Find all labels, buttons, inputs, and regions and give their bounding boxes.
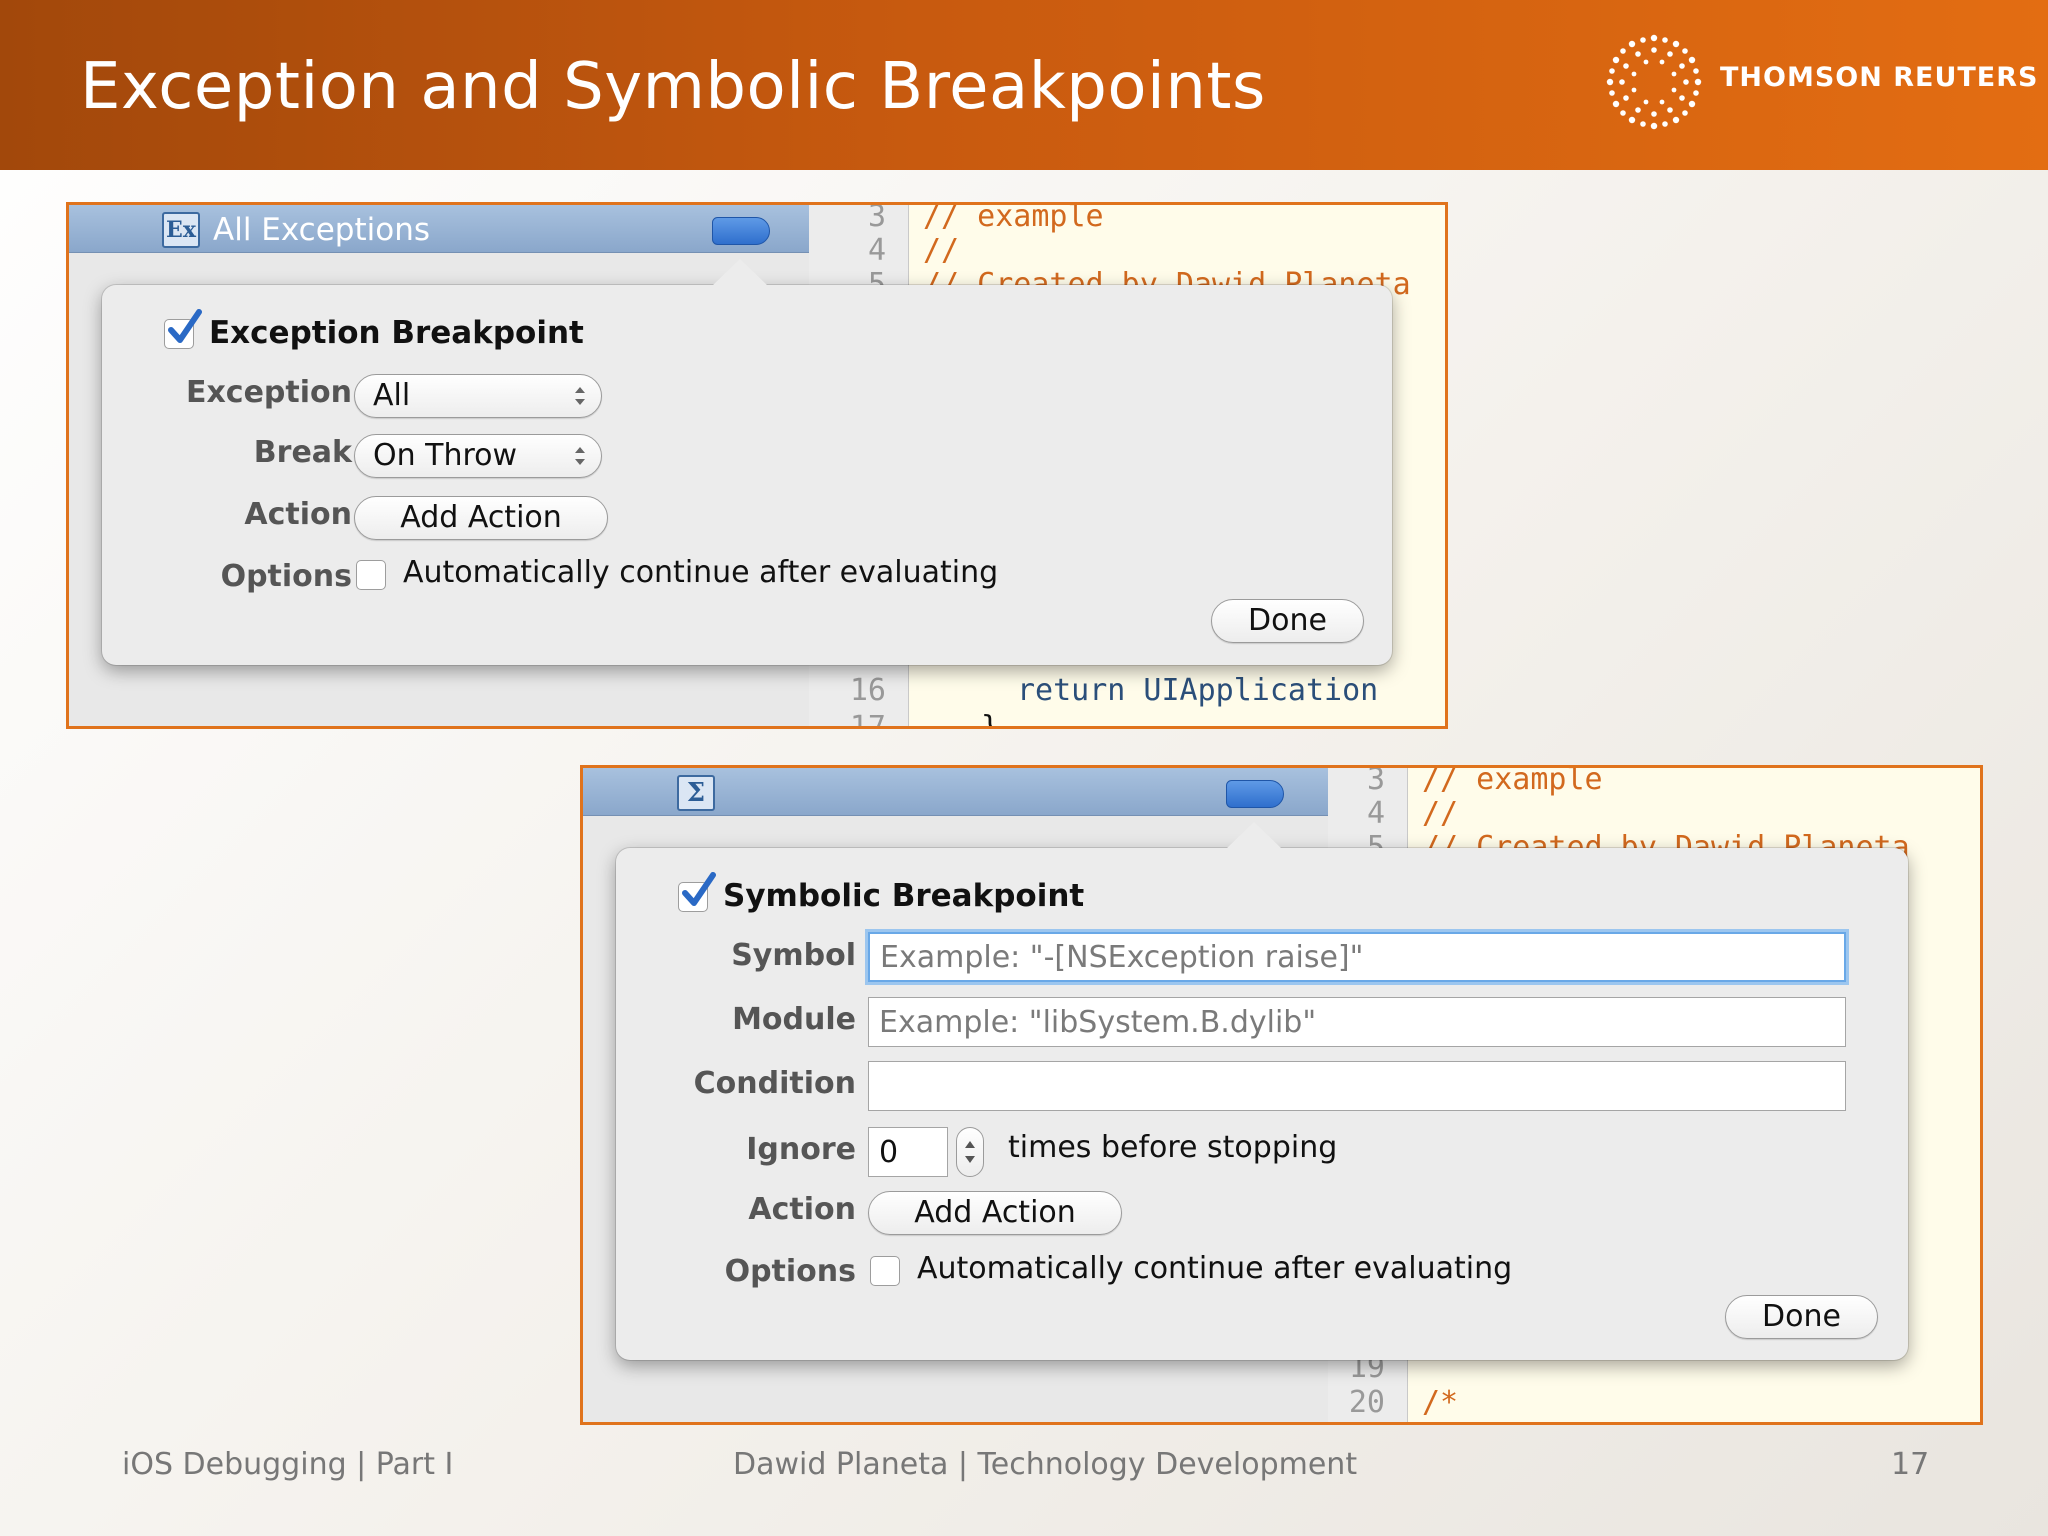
auto-continue-checkbox[interactable] xyxy=(870,1256,900,1286)
exception-label: Exception xyxy=(185,375,352,410)
select-arrows-icon xyxy=(575,387,585,405)
stepper-arrows-icon xyxy=(965,1141,975,1163)
ignore-label: Ignore xyxy=(746,1132,856,1167)
condition-label: Condition xyxy=(693,1066,856,1101)
breakpoint-flag-icon[interactable] xyxy=(1226,780,1284,808)
slide-title: Exception and Symbolic Breakpoints xyxy=(80,50,1266,124)
exception-breakpoint-screenshot: Ex All Exceptions 3 4 5 16 17 // example… xyxy=(66,202,1448,729)
popover-arrow xyxy=(712,259,768,286)
line-number: 16 xyxy=(849,673,886,708)
add-action-button[interactable]: Add Action xyxy=(354,496,608,540)
break-timing-select[interactable]: On Throw xyxy=(354,434,602,478)
line-number: 17 xyxy=(849,710,886,729)
enable-breakpoint-checkbox[interactable] xyxy=(678,872,716,912)
select-arrows-icon xyxy=(575,447,585,465)
condition-field[interactable] xyxy=(868,1061,1846,1111)
done-button[interactable]: Done xyxy=(1211,599,1364,643)
thomson-reuters-logo-icon xyxy=(1606,34,1702,130)
line-number: 4 xyxy=(1366,796,1385,831)
auto-continue-label: Automatically continue after evaluating xyxy=(403,555,999,590)
module-field[interactable] xyxy=(868,997,1846,1047)
options-label: Options xyxy=(220,559,352,594)
exception-type-select[interactable]: All xyxy=(354,374,602,418)
symbol-label: Symbol xyxy=(731,938,856,973)
enable-breakpoint-checkbox[interactable] xyxy=(164,309,202,349)
slide-header: Exception and Symbolic Breakpoints THOMS… xyxy=(0,0,2048,170)
condition-input[interactable] xyxy=(869,1062,1845,1110)
page-number: 17 xyxy=(1891,1447,1930,1482)
symbolic-breakpoint-screenshot: Σ 3 4 5 19 20 // example // // Created b… xyxy=(580,765,1983,1425)
line-number: 4 xyxy=(867,233,886,268)
add-action-button[interactable]: Add Action xyxy=(868,1191,1122,1235)
ignore-count-field[interactable] xyxy=(868,1127,948,1177)
action-label: Action xyxy=(748,1192,856,1227)
symbol-input[interactable] xyxy=(870,934,1844,980)
symbol-field[interactable] xyxy=(868,932,1846,982)
checkmark-icon xyxy=(168,309,202,343)
footer-center: Dawid Planeta | Technology Development xyxy=(733,1447,1358,1482)
code-line: // xyxy=(923,233,960,268)
symbolic-breakpoint-popover: Symbolic Breakpoint Symbol Module Condit… xyxy=(616,822,1908,1360)
breakpoint-row-all-exceptions[interactable]: Ex All Exceptions xyxy=(69,205,809,253)
checkmark-icon xyxy=(682,872,716,906)
module-input[interactable] xyxy=(869,998,1845,1046)
footer-left: iOS Debugging | Part I xyxy=(122,1447,454,1482)
module-label: Module xyxy=(732,1002,856,1037)
breakpoint-row-label: All Exceptions xyxy=(213,212,430,248)
break-label: Break xyxy=(253,435,352,470)
code-line: return UIApplication xyxy=(1017,673,1379,708)
code-line: } xyxy=(981,710,999,726)
ignore-count-stepper[interactable] xyxy=(956,1127,984,1177)
code-line: /* xyxy=(1422,1385,1459,1420)
brand-name: THOMSON REUTERS xyxy=(1720,62,2039,93)
symbolic-breakpoint-icon: Σ xyxy=(677,775,715,811)
exception-type-value: All xyxy=(373,378,411,413)
line-number: 3 xyxy=(867,202,886,234)
auto-continue-label: Automatically continue after evaluating xyxy=(917,1251,1513,1286)
popover-title: Symbolic Breakpoint xyxy=(723,878,1085,914)
popover-arrow xyxy=(1226,822,1282,849)
ignore-suffix-text: times before stopping xyxy=(1008,1130,1338,1165)
code-line: // example xyxy=(923,205,1104,234)
done-button[interactable]: Done xyxy=(1725,1295,1878,1339)
line-number: 20 xyxy=(1348,1385,1385,1420)
options-label: Options xyxy=(724,1254,856,1289)
popover-title: Exception Breakpoint xyxy=(209,315,584,351)
code-line: // example xyxy=(1422,768,1603,797)
breakpoint-flag-icon[interactable] xyxy=(712,217,770,245)
break-timing-value: On Throw xyxy=(373,438,518,473)
auto-continue-checkbox[interactable] xyxy=(356,560,386,590)
ignore-count-input[interactable] xyxy=(869,1128,947,1176)
breakpoint-row-symbolic[interactable]: Σ xyxy=(583,768,1328,816)
code-line: // xyxy=(1422,796,1459,831)
exception-breakpoint-popover: Exception Breakpoint Exception All Break… xyxy=(102,259,1392,665)
action-label: Action xyxy=(244,497,352,532)
line-number: 3 xyxy=(1366,765,1385,797)
exception-breakpoint-icon: Ex xyxy=(162,212,200,248)
